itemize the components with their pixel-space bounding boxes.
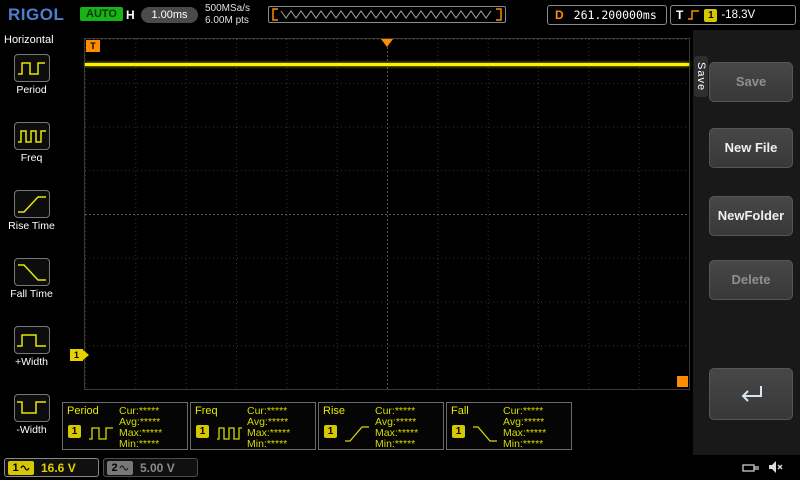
channel-status-bar: 1 16.6 V 2 5.00 V bbox=[0, 455, 800, 480]
measure-menu-title: Horizontal bbox=[4, 34, 54, 46]
trigger-source-badge: 1 bbox=[704, 9, 717, 22]
fall-wave-icon bbox=[471, 421, 499, 445]
measurement-period[interactable]: Period 1 Cur:***** Avg:***** Max:***** M… bbox=[62, 402, 188, 450]
trigger-slope-icon bbox=[687, 9, 700, 21]
waveform-overview-strip[interactable] bbox=[268, 6, 506, 23]
channel1-badge: 1 bbox=[8, 461, 34, 475]
menu-item-period[interactable]: Period bbox=[0, 54, 63, 96]
save-menu-sidebar: Save Save New File NewFolder Delete bbox=[693, 30, 800, 455]
freq-icon bbox=[14, 122, 50, 150]
measurement-fall[interactable]: Fall 1 Cur:***** Avg:***** Max:***** Min… bbox=[446, 402, 572, 450]
channel2-badge: 2 bbox=[107, 461, 133, 475]
run-status-badge[interactable]: AUTO bbox=[80, 7, 123, 21]
measurement-rise[interactable]: Rise 1 Cur:***** Avg:***** Max:***** Min… bbox=[318, 402, 444, 450]
rigol-logo: RIGOL bbox=[8, 5, 64, 25]
menu-item-freq[interactable]: Freq bbox=[0, 122, 63, 164]
acquisition-readout: 500MSa/s 6.00M pts bbox=[205, 3, 250, 27]
top-status-bar: RIGOL AUTO H 1.00ms 500MSa/s 6.00M pts D… bbox=[0, 0, 800, 30]
delay-readout-box: D 261.200000ms bbox=[547, 5, 667, 25]
horizontal-label: H bbox=[126, 8, 135, 22]
speaker-icon[interactable] bbox=[768, 460, 786, 475]
back-button[interactable] bbox=[709, 368, 793, 420]
channel1-badge: 1 bbox=[324, 425, 337, 438]
memory-depth: 6.00M pts bbox=[205, 15, 250, 27]
delete-button[interactable]: Delete bbox=[709, 260, 793, 300]
delay-edge-marker bbox=[677, 376, 688, 387]
period-wave-icon bbox=[87, 421, 115, 445]
channel2-scale: 5.00 V bbox=[140, 461, 175, 475]
channel1-badge: 1 bbox=[68, 425, 81, 438]
oscilloscope-graticule: T 1 bbox=[84, 38, 690, 390]
trigger-level-value: -18.3V bbox=[721, 9, 755, 21]
freq-wave-icon bbox=[215, 421, 243, 445]
rise-wave-icon bbox=[343, 421, 371, 445]
menu-item-rise-time[interactable]: Rise Time bbox=[0, 190, 63, 232]
fall-time-icon bbox=[14, 258, 50, 286]
wave-glyph-icon bbox=[20, 464, 30, 472]
trigger-corner-tag[interactable]: T bbox=[86, 40, 100, 52]
measurement-strip: Period 1 Cur:***** Avg:***** Max:***** M… bbox=[62, 402, 572, 450]
channel2-status[interactable]: 2 5.00 V bbox=[103, 458, 198, 477]
new-folder-button[interactable]: NewFolder bbox=[709, 196, 793, 236]
channel1-badge: 1 bbox=[452, 425, 465, 438]
save-button[interactable]: Save bbox=[709, 62, 793, 102]
channel1-badge: 1 bbox=[196, 425, 209, 438]
channel1-level-marker[interactable]: 1 bbox=[70, 349, 83, 361]
trigger-label: T bbox=[676, 8, 683, 22]
grid-lines bbox=[85, 39, 689, 389]
menu-item-fall-time[interactable]: Fall Time bbox=[0, 258, 63, 300]
return-arrow-icon bbox=[734, 382, 768, 406]
menu-item-minus-width[interactable]: -Width bbox=[0, 394, 63, 436]
measure-menu-sidebar: Horizontal Period Freq Rise Time Fall Ti… bbox=[0, 30, 63, 455]
channel1-scale: 16.6 V bbox=[41, 461, 76, 475]
menu-item-plus-width[interactable]: +Width bbox=[0, 326, 63, 368]
wave-glyph-icon bbox=[119, 464, 129, 472]
channel1-status[interactable]: 1 16.6 V bbox=[4, 458, 99, 477]
minus-width-icon bbox=[14, 394, 50, 422]
timebase-readout: 1.00ms bbox=[141, 7, 198, 23]
usb-plug-icon bbox=[742, 462, 764, 474]
delay-label: D bbox=[555, 8, 564, 22]
rise-time-icon bbox=[14, 190, 50, 218]
plus-width-icon bbox=[14, 326, 50, 354]
overview-wave-icon bbox=[269, 7, 505, 22]
delay-value: 261.200000ms bbox=[574, 8, 657, 22]
trigger-position-marker[interactable] bbox=[381, 39, 393, 47]
new-file-button[interactable]: New File bbox=[709, 128, 793, 168]
period-icon bbox=[14, 54, 50, 82]
trigger-readout-box: T 1 -18.3V bbox=[670, 5, 796, 25]
sample-rate: 500MSa/s bbox=[205, 3, 250, 15]
save-menu-tab: Save bbox=[694, 56, 708, 97]
channel1-trace bbox=[85, 63, 689, 66]
measurement-freq[interactable]: Freq 1 Cur:***** Avg:***** Max:***** Min… bbox=[190, 402, 316, 450]
